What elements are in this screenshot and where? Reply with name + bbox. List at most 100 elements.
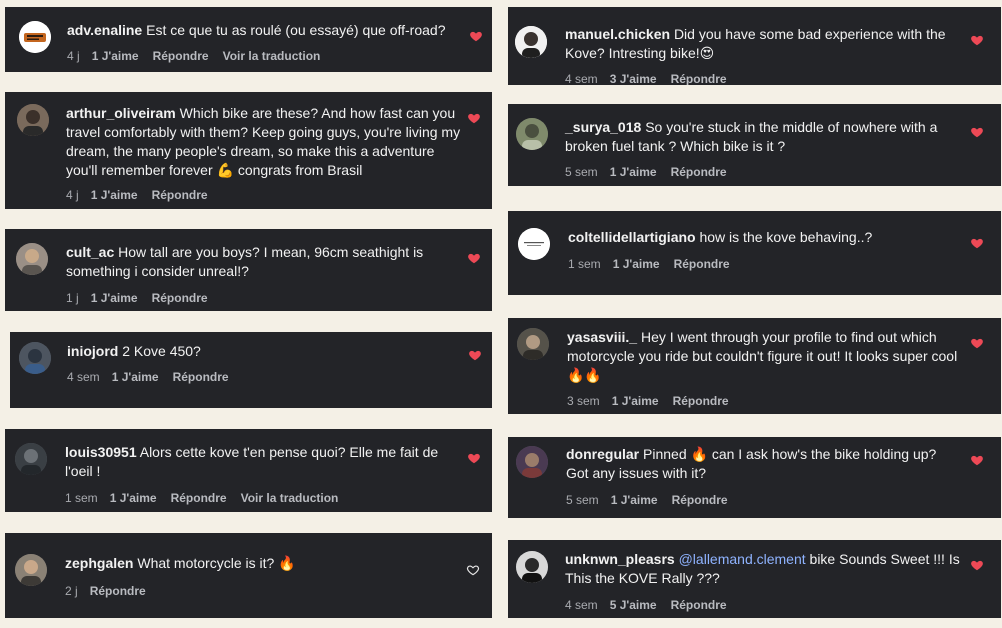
reply-button[interactable]: Répondre [153,49,209,63]
heart-icon[interactable] [970,336,984,350]
reply-button[interactable]: Répondre [671,598,727,612]
username-link[interactable]: cult_ac [66,244,114,260]
comment-card: arthur_oliveiram Which bike are these? A… [5,92,492,209]
likes-count[interactable]: 5 J'aime [610,598,657,612]
comment-meta: 1 sem 1 J'aime Répondre Voir la traduction [65,491,352,505]
comment-text: louis30951 Alors cette kove t'en pense q… [65,443,460,481]
avatar[interactable] [15,554,47,586]
likes-count[interactable]: 1 J'aime [613,257,660,271]
username-link[interactable]: louis30951 [65,444,137,460]
comment-body: Est ce que tu as roulé (ou essayé) que o… [146,22,446,38]
heart-icon[interactable] [467,251,481,265]
comment-meta: 4 j 1 J'aime Répondre [66,188,222,202]
heart-icon[interactable] [467,451,481,465]
username-link[interactable]: zephgalen [65,555,133,571]
comment-body: How tall are you boys? I mean, 96cm seat… [66,244,424,279]
reply-button[interactable]: Répondre [152,291,208,305]
reply-button[interactable]: Répondre [171,491,227,505]
comment-card: adv.enaline Est ce que tu as roulé (ou e… [5,7,492,72]
heart-outline-icon[interactable] [466,563,480,577]
likes-count[interactable]: 3 J'aime [610,72,657,85]
comment-text: cult_ac How tall are you boys? I mean, 9… [66,243,461,281]
timestamp[interactable]: 1 sem [65,491,98,505]
avatar[interactable] [517,328,549,360]
timestamp[interactable]: 2 j [65,584,78,598]
likes-count[interactable]: 1 J'aime [92,49,139,63]
likes-count[interactable]: 1 J'aime [611,493,658,507]
comment-text: iniojord 2 Kove 450? [67,342,457,361]
reply-button[interactable]: Répondre [673,394,729,408]
timestamp[interactable]: 3 sem [567,394,600,408]
translate-button[interactable]: Voir la traduction [223,49,321,63]
timestamp[interactable]: 5 sem [565,165,598,179]
reply-button[interactable]: Répondre [671,165,727,179]
heart-icon[interactable] [469,29,483,43]
username-link[interactable]: _surya_018 [565,119,641,135]
username-link[interactable]: donregular [566,446,639,462]
comment-card: louis30951 Alors cette kove t'en pense q… [5,429,492,512]
comment-card: yasasviii._ Hey I went through your prof… [508,318,1001,414]
username-link[interactable]: yasasviii._ [567,329,637,345]
username-link[interactable]: arthur_oliveiram [66,105,176,121]
comment-meta: 4 sem 5 J'aime Répondre [565,598,741,612]
likes-count[interactable]: 1 J'aime [91,188,138,202]
reply-button[interactable]: Répondre [674,257,730,271]
avatar[interactable] [15,443,47,475]
heart-icon[interactable] [970,236,984,250]
comment-text: zephgalen What motorcycle is it? 🔥 [65,554,460,573]
reply-button[interactable]: Répondre [671,72,727,85]
username-link[interactable]: unknwn_pleasrs [565,551,675,567]
comment-text: _surya_018 So you're stuck in the middle… [565,118,960,156]
timestamp[interactable]: 5 sem [566,493,599,507]
likes-count[interactable]: 1 J'aime [110,491,157,505]
heart-icon[interactable] [970,558,984,572]
likes-count[interactable]: 1 J'aime [610,165,657,179]
heart-icon[interactable] [467,111,481,125]
timestamp[interactable]: 4 j [66,188,79,202]
avatar[interactable] [515,26,547,58]
comment-card: _surya_018 So you're stuck in the middle… [508,104,1001,186]
heart-icon[interactable] [970,453,984,467]
heart-icon[interactable] [970,33,984,47]
comment-meta: 5 sem 1 J'aime Répondre [566,493,742,507]
avatar[interactable] [19,342,51,374]
comment-text: yasasviii._ Hey I went through your prof… [567,328,962,385]
avatar[interactable] [516,446,548,478]
avatar[interactable] [516,551,548,583]
comment-text: adv.enaline Est ce que tu as roulé (ou e… [67,21,462,40]
timestamp[interactable]: 1 sem [568,257,601,271]
reply-button[interactable]: Répondre [672,493,728,507]
comment-meta: 1 sem 1 J'aime Répondre [568,257,744,271]
avatar[interactable] [518,228,550,260]
reply-button[interactable]: Répondre [90,584,146,598]
timestamp[interactable]: 1 j [66,291,79,305]
username-link[interactable]: adv.enaline [67,22,142,38]
reply-button[interactable]: Répondre [152,188,208,202]
timestamp[interactable]: 4 sem [565,72,598,85]
comment-body: 2 Kove 450? [122,343,201,359]
avatar[interactable] [16,243,48,275]
likes-count[interactable]: 1 J'aime [612,394,659,408]
reply-button[interactable]: Répondre [173,370,229,384]
avatar[interactable] [516,118,548,150]
likes-count[interactable]: 1 J'aime [91,291,138,305]
username-link[interactable]: coltellidellartigiano [568,229,696,245]
comment-meta: 5 sem 1 J'aime Répondre [565,165,741,179]
username-link[interactable]: manuel.chicken [565,26,670,42]
comment-card: zephgalen What motorcycle is it? 🔥 2 j Ré… [5,533,492,618]
avatar[interactable] [17,104,49,136]
comment-body: how is the kove behaving..? [699,229,873,245]
heart-icon[interactable] [970,125,984,139]
timestamp[interactable]: 4 sem [565,598,598,612]
comment-card: manuel.chicken Did you have some bad exp… [508,7,1001,85]
translate-button[interactable]: Voir la traduction [241,491,339,505]
avatar[interactable] [19,21,51,53]
username-link[interactable]: iniojord [67,343,118,359]
mention-link[interactable]: @lallemand.clement [679,551,806,567]
comment-meta: 4 j 1 J'aime Répondre Voir la traduction [67,49,334,63]
heart-icon[interactable] [468,348,482,362]
timestamp[interactable]: 4 sem [67,370,100,384]
timestamp[interactable]: 4 j [67,49,80,63]
likes-count[interactable]: 1 J'aime [112,370,159,384]
comment-card: cult_ac How tall are you boys? I mean, 9… [5,229,492,311]
